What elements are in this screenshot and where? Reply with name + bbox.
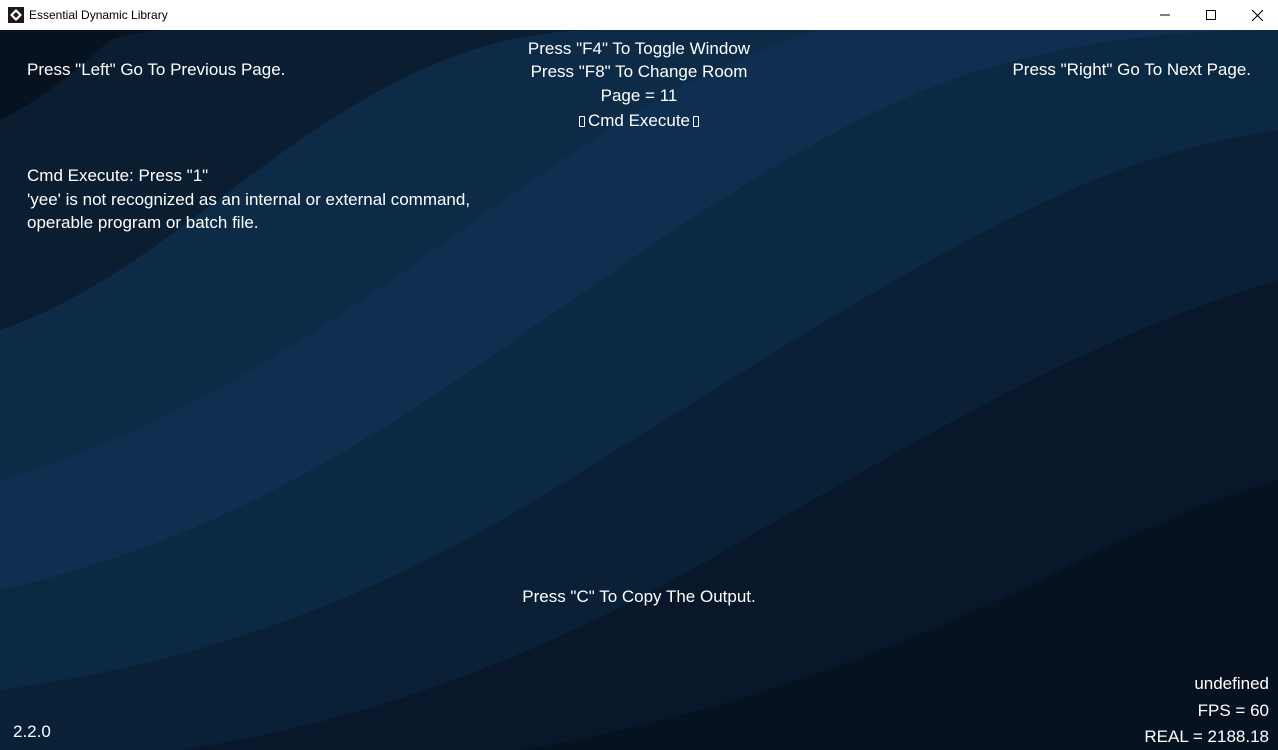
output-prompt: Cmd Execute: Press "1" (27, 166, 209, 185)
app-logo-icon (8, 7, 24, 23)
section-title: Cmd Execute (578, 109, 700, 132)
maximize-button[interactable] (1188, 0, 1234, 30)
toggle-window-hint: Press "F4" To Toggle Window (527, 39, 751, 58)
minimize-button[interactable] (1142, 0, 1188, 30)
minimize-icon (1160, 14, 1170, 16)
version-label: 2.2.0 (13, 722, 51, 741)
status-text: undefined (1194, 674, 1269, 693)
next-page-hint: Press "Right" Go To Next Page. (1012, 60, 1251, 79)
command-output: Cmd Execute: Press "1" 'yee' is not reco… (27, 164, 470, 235)
title-bar: Essential Dynamic Library (0, 0, 1278, 30)
wave-background (0, 30, 1278, 750)
header-info: Press "F4" To Toggle Window Press "F8" T… (439, 37, 839, 132)
prev-page-hint: Press "Left" Go To Previous Page. (27, 60, 286, 79)
stats-panel: undefined FPS = 60 REAL = 2188.18 (1144, 671, 1269, 750)
page-indicator: Page = 11 (600, 85, 678, 105)
copy-output-hint: Press "C" To Copy The Output. (522, 587, 756, 606)
fps-counter: FPS = 60 (1197, 700, 1269, 720)
output-line-2: operable program or batch file. (27, 213, 259, 232)
change-room-hint: Press "F8" To Change Room (530, 62, 748, 82)
window-title: Essential Dynamic Library (29, 8, 168, 22)
close-icon (1251, 9, 1263, 21)
missing-glyph-icon (578, 116, 585, 128)
render-canvas: Press "Left" Go To Previous Page. Press … (0, 30, 1278, 750)
output-line-1: 'yee' is not recognized as an internal o… (27, 189, 471, 209)
app-window: Essential Dynamic Library Press "Left" G… (0, 0, 1278, 750)
section-label: Cmd Execute (587, 110, 691, 130)
real-counter: REAL = 2188.18 (1144, 727, 1269, 746)
missing-glyph-icon (693, 116, 700, 128)
maximize-icon (1206, 10, 1216, 20)
close-button[interactable] (1234, 0, 1278, 30)
